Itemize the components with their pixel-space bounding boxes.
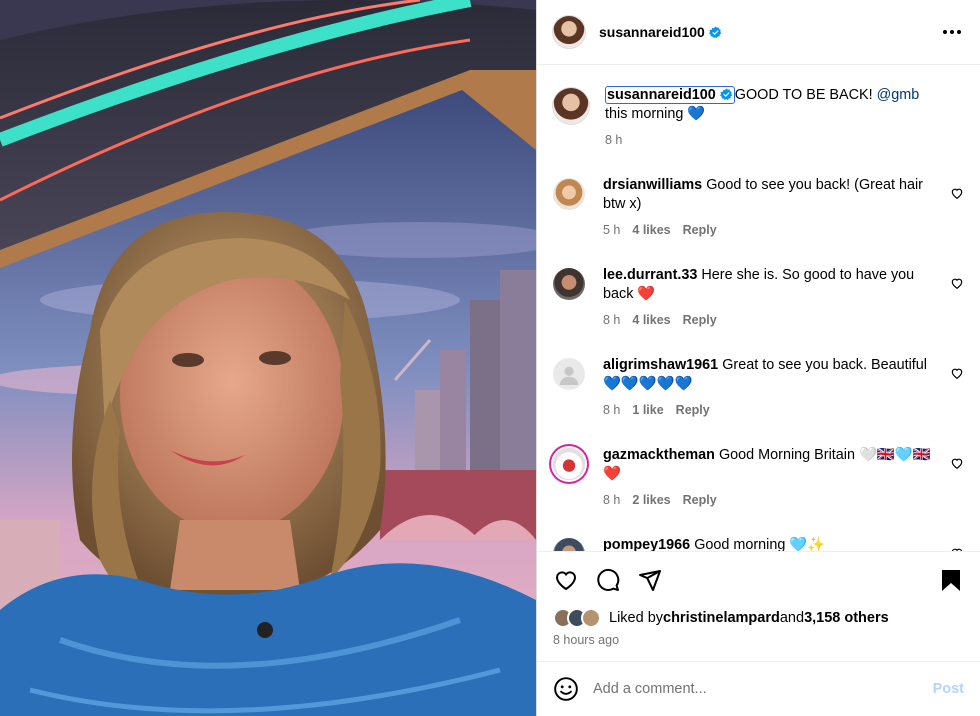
add-comment-bar: Post xyxy=(537,661,980,716)
caption-time[interactable]: 8 h xyxy=(605,133,622,147)
comment-text: Good morning 🩵✨ xyxy=(694,537,826,551)
like-comment-heart-icon[interactable] xyxy=(950,186,964,200)
comments-list[interactable]: susannareid100 GOOD TO BE BACK! @gmb this… xyxy=(537,65,980,551)
instagram-post-view: susannareid100 susannareid100 GOOD TO BE … xyxy=(0,0,980,716)
default-avatar-icon xyxy=(559,366,579,385)
commenter-username[interactable]: pompey1966 xyxy=(603,537,690,551)
comment-item: aligrimshaw1961 Great to see you back. B… xyxy=(553,356,964,417)
comment-time[interactable]: 8 h xyxy=(603,313,620,327)
liked-by-mid: and xyxy=(779,610,805,626)
comment-time[interactable]: 8 h xyxy=(603,493,620,507)
commenter-username[interactable]: gazmacktheman xyxy=(603,447,715,463)
author-info: susannareid100 xyxy=(599,24,940,40)
comment-likes[interactable]: 1 like xyxy=(632,403,663,417)
comment-time[interactable]: 5 h xyxy=(603,223,620,237)
comment-likes[interactable]: 4 likes xyxy=(632,223,670,237)
reply-button[interactable]: Reply xyxy=(683,223,717,237)
post-side-panel: susannareid100 susannareid100 GOOD TO BE … xyxy=(536,0,980,716)
comment-item: drsianwilliams Good to see you back! (Gr… xyxy=(553,176,964,237)
commenter-avatar[interactable] xyxy=(553,178,585,210)
comment-time[interactable]: 8 h xyxy=(603,403,620,417)
like-comment-heart-icon[interactable] xyxy=(950,456,964,470)
commenter-avatar[interactable] xyxy=(553,538,585,551)
reply-button[interactable]: Reply xyxy=(683,313,717,327)
verified-badge-icon xyxy=(719,88,732,100)
like-comment-heart-icon[interactable] xyxy=(950,366,964,380)
commenter-avatar-story-ring[interactable] xyxy=(553,448,585,480)
liked-by-prefix: Liked by xyxy=(609,610,664,626)
post-photo[interactable] xyxy=(0,0,536,716)
commenter-username[interactable]: aligrimshaw1961 xyxy=(603,357,718,373)
comment-item: gazmacktheman Good Morning Britain 🤍🇬🇧🩵🇬… xyxy=(553,446,964,507)
post-header: susannareid100 xyxy=(537,0,980,65)
reply-button[interactable]: Reply xyxy=(676,403,710,417)
emoji-icon[interactable] xyxy=(553,676,579,702)
share-button[interactable] xyxy=(637,567,663,593)
comment-likes[interactable]: 4 likes xyxy=(632,313,670,327)
comment-item: pompey1966 Good morning 🩵✨ xyxy=(553,536,964,551)
more-options-button[interactable] xyxy=(940,20,964,44)
commenter-avatar[interactable] xyxy=(553,268,585,300)
caption-author-avatar[interactable] xyxy=(553,88,589,124)
post-actions: Liked by christinelampard and 3,158 othe… xyxy=(537,551,980,661)
author-username[interactable]: susannareid100 xyxy=(599,24,705,40)
caption-author-username[interactable]: susannareid100 xyxy=(605,86,735,104)
commenter-avatar[interactable] xyxy=(553,358,585,390)
post-time-ago[interactable]: 8 hours ago xyxy=(553,633,964,647)
liker-avatar xyxy=(581,608,601,628)
post-caption: susannareid100 GOOD TO BE BACK! @gmb this… xyxy=(553,86,964,147)
paper-plane-icon xyxy=(639,570,661,591)
commenter-username[interactable]: drsianwilliams xyxy=(603,177,702,193)
comment-button[interactable] xyxy=(595,567,621,593)
caption-text-start: GOOD TO BE BACK! xyxy=(734,87,877,103)
reply-button[interactable]: Reply xyxy=(683,493,717,507)
comment-item: lee.durrant.33 Here she is. So good to h… xyxy=(553,266,964,327)
gmb-mention-link[interactable]: @gmb xyxy=(877,87,920,103)
liked-by-user-link[interactable]: christinelampard xyxy=(663,610,780,626)
post-comment-button[interactable]: Post xyxy=(933,681,964,697)
comment-likes[interactable]: 2 likes xyxy=(632,493,670,507)
liker-avatars[interactable] xyxy=(553,608,601,628)
verified-badge-icon xyxy=(709,26,721,38)
speech-bubble-icon xyxy=(597,569,620,591)
heart-icon xyxy=(555,571,577,591)
like-comment-heart-icon[interactable] xyxy=(950,546,964,551)
bookmark-filled-icon xyxy=(942,570,960,591)
likes-summary: Liked by christinelampard and 3,158 othe… xyxy=(553,608,964,628)
like-button[interactable] xyxy=(553,567,579,593)
author-avatar[interactable] xyxy=(553,16,585,48)
comment-input[interactable] xyxy=(593,681,933,697)
like-comment-heart-icon[interactable] xyxy=(950,276,964,290)
studio-selfie-image xyxy=(0,0,536,716)
more-horizontal-icon xyxy=(943,30,961,34)
caption-text-end: this morning 💙 xyxy=(605,106,706,122)
liked-by-others-link[interactable]: 3,158 others xyxy=(804,610,889,626)
save-button[interactable] xyxy=(938,567,964,593)
commenter-username[interactable]: lee.durrant.33 xyxy=(603,267,697,283)
